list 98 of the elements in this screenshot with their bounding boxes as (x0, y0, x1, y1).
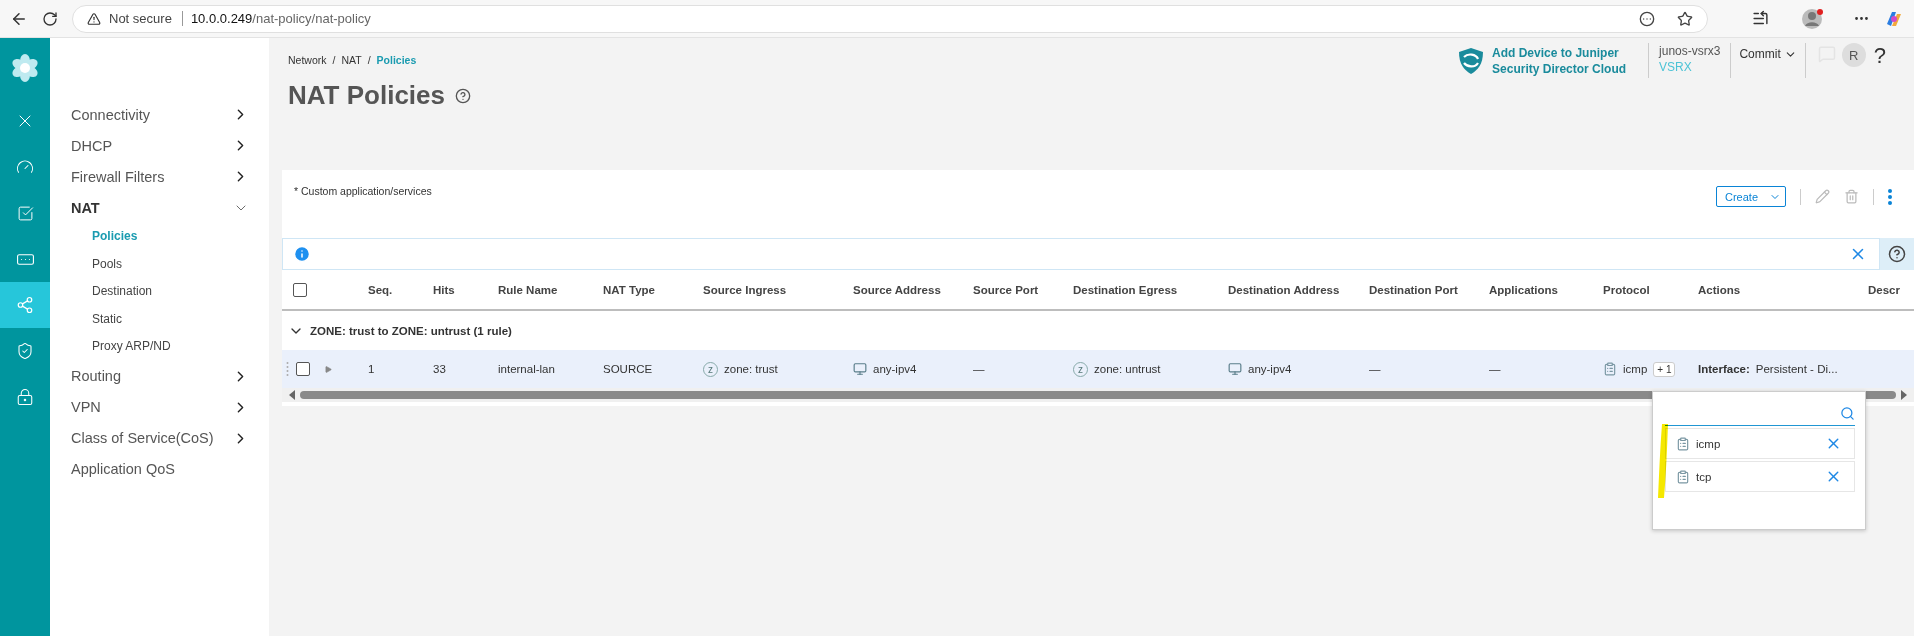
protocol-item[interactable]: tcp (1665, 461, 1855, 492)
nav-item[interactable]: Connectivity (50, 99, 269, 130)
nav-subitem[interactable]: Static (50, 305, 269, 333)
table-cell-text: — (1369, 363, 1382, 375)
clipboard-icon (1676, 469, 1690, 484)
table-cell: any-ipv4 (873, 363, 917, 375)
column-header[interactable]: Descr (1868, 283, 1914, 296)
info-icon (293, 245, 311, 263)
column-header[interactable]: Hits (433, 283, 498, 296)
table-cell-text: 1 (368, 363, 376, 375)
nav-item[interactable]: Application QoS (50, 453, 269, 485)
commit-button[interactable]: Commit (1731, 43, 1805, 65)
column-header[interactable]: Destination Address (1228, 283, 1369, 296)
nav-item[interactable]: Firewall Filters (50, 161, 269, 192)
checkbox-icon (16, 204, 34, 222)
table-cell-text: — (973, 363, 986, 375)
nav-subitem[interactable]: Pools (50, 250, 269, 278)
breadcrumb-link[interactable]: Network (288, 54, 327, 66)
monitor-icon (853, 362, 867, 376)
column-header[interactable]: Actions (1698, 283, 1868, 296)
more-icon[interactable] (1639, 10, 1655, 27)
monitor-icon (1228, 362, 1242, 376)
protocol-item[interactable]: icmp (1665, 428, 1855, 459)
column-header[interactable]: Protocol (1603, 283, 1698, 296)
clipboard-icon (1676, 436, 1690, 451)
table-row[interactable]: 1 33 internal-lan SOURCE z zone: trust any-ipv4 — z zone: untrust any-ipv4 — — icmp + 1 Interface: Persistent - Di... (282, 350, 1914, 388)
kebab-icon (1888, 188, 1892, 205)
nav-item[interactable]: Class of Service(CoS) (50, 422, 269, 454)
gauge-icon (16, 158, 34, 176)
nav-item[interactable]: NAT (50, 192, 269, 223)
search-icon (1840, 406, 1855, 421)
logo-icon (10, 53, 40, 83)
shield-logo-icon (1458, 46, 1485, 75)
select-all-checkbox[interactable] (293, 282, 307, 297)
table-cell-text: 33 (433, 363, 447, 375)
table-cell-text: SOURCE (603, 363, 654, 375)
note-text: * Custom application/services (294, 185, 432, 197)
shield-icon (16, 342, 34, 360)
device-name: junos-vsrx3 (1659, 43, 1721, 59)
trash-icon (1844, 189, 1859, 204)
lock-icon (16, 388, 34, 406)
nav-subitem[interactable]: Proxy ARP/ND (50, 333, 269, 361)
left-arrow-icon[interactable] (288, 390, 296, 400)
group-row[interactable]: ZONE: trust to ZONE: untrust (1 rule) (282, 311, 1914, 350)
nav-item[interactable]: Routing (50, 360, 269, 392)
url-text: 10.0.0.249/nat-policy/nat-policy (190, 11, 371, 26)
help-button[interactable] (1880, 238, 1914, 270)
column-header[interactable]: NAT Type (603, 283, 703, 296)
breadcrumb-separator: / (332, 54, 336, 66)
column-header[interactable]: Source Port (973, 283, 1073, 296)
expand-icon[interactable] (325, 365, 332, 373)
user-avatar[interactable]: R (1841, 43, 1866, 67)
table-cell: any-ipv4 (1248, 363, 1292, 375)
table-cell-text: Interface: Persistent - Di... (1698, 363, 1839, 375)
column-header[interactable]: Applications (1489, 283, 1603, 296)
warning-icon (87, 11, 101, 26)
profile-icon[interactable] (1801, 7, 1825, 30)
favorites-icon[interactable] (1752, 10, 1769, 27)
security-label: Not secure (109, 11, 183, 26)
table-cell: icmp (1623, 363, 1648, 375)
column-header[interactable]: Rule Name (498, 283, 603, 296)
column-header[interactable]: Destination Egress (1073, 283, 1228, 296)
promo-link[interactable]: Add Device to Juniper Security Director Cloud (1458, 43, 1649, 78)
column-header[interactable]: Source Address (853, 283, 973, 296)
nav-subitem[interactable]: Destination (50, 278, 269, 306)
more-button[interactable] (1888, 188, 1892, 205)
reload-button[interactable] (42, 10, 58, 27)
column-header[interactable]: Destination Port (1369, 283, 1489, 296)
help-link[interactable]: ? (1873, 43, 1886, 78)
triangle-icon (325, 365, 332, 373)
search-field[interactable] (1665, 406, 1855, 426)
count-badge[interactable]: + 1 (1653, 361, 1676, 377)
create-button[interactable]: Create (1716, 186, 1786, 207)
help-icon[interactable] (455, 87, 471, 104)
clipboard-icon (1603, 362, 1617, 376)
column-header[interactable]: Source Ingress (703, 283, 853, 296)
table-cell: zone: trust (724, 363, 778, 375)
row-checkbox[interactable] (296, 362, 310, 376)
page-title: NAT Policies (288, 80, 445, 111)
column-header[interactable]: Seq. (368, 283, 433, 296)
right-arrow-icon[interactable] (1900, 390, 1908, 400)
table-cell-text: — (1489, 363, 1502, 375)
help-icon (1888, 245, 1906, 263)
nav-item[interactable]: DHCP (50, 130, 269, 161)
breadcrumb-separator: / (367, 54, 371, 66)
share-icon (16, 296, 34, 314)
protocol-label: icmp (1696, 437, 1721, 450)
nav-item[interactable]: VPN (50, 391, 269, 423)
table-cell-text: internal-lan (498, 363, 556, 375)
horizontal-scrollbar[interactable] (282, 388, 1914, 402)
address-bar[interactable]: Not secure 10.0.0.249/nat-policy/nat-policy (72, 4, 1708, 33)
device-model: VSRX (1659, 59, 1693, 75)
breadcrumb-link[interactable]: NAT (341, 54, 362, 66)
table-cell: zone: untrust (1094, 363, 1161, 375)
pencil-icon (1815, 189, 1830, 204)
drag-handle-icon[interactable] (286, 361, 289, 377)
star-icon[interactable] (1677, 10, 1693, 27)
protocol-label: tcp (1696, 470, 1712, 483)
